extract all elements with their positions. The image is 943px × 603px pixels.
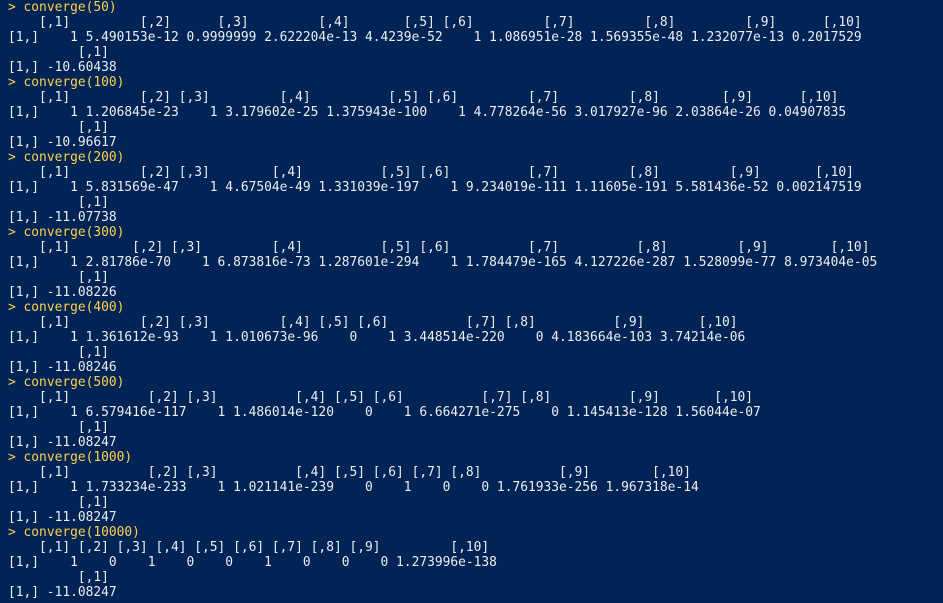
scalar-header: [,1]: [8, 45, 109, 60]
matrix-header: [,1] [,2] [,3] [,4] [,5] [,6] [,7] [,8] …: [8, 540, 490, 555]
command-line: > converge(1000): [8, 450, 132, 465]
command-text: converge(200): [23, 150, 125, 165]
matrix-header: [,1] [,2] [,3] [,4] [,5] [,6] [,7] [,8] …: [8, 240, 870, 255]
scalar-row: [1,] -11.08247: [8, 435, 117, 450]
matrix-header: [,1] [,2] [,3] [,4] [,5] [,6] [,7] [,8] …: [8, 465, 691, 480]
scalar-header: [,1]: [8, 195, 109, 210]
command-text: converge(100): [23, 75, 125, 90]
prompt: >: [8, 300, 16, 315]
command-line: > converge(500): [8, 375, 124, 390]
matrix-header: [,1] [,2] [,3] [,4] [,5] [,6] [,7] [,8] …: [8, 390, 754, 405]
prompt: >: [8, 75, 16, 90]
prompt: >: [8, 450, 16, 465]
command-text: converge(1000): [23, 450, 133, 465]
matrix-header: [,1] [,2] [,3] [,4] [,5] [,6] [,7] [,8] …: [8, 15, 862, 30]
matrix-row: [1,] 1 1.733234e-233 1 1.021141e-239 0 1…: [8, 480, 699, 495]
prompt: >: [8, 525, 16, 540]
command-text: converge(500): [23, 375, 125, 390]
matrix-row: [1,] 1 5.490153e-12 0.9999999 2.622204e-…: [8, 30, 862, 45]
r-console-output[interactable]: > converge(50) [,1] [,2] [,3] [,4] [,5] …: [0, 0, 943, 603]
scalar-header: [,1]: [8, 420, 109, 435]
command-line: > converge(100): [8, 75, 124, 90]
prompt: >: [8, 375, 16, 390]
command-text: converge(300): [23, 225, 125, 240]
prompt: >: [8, 150, 16, 165]
matrix-header: [,1] [,2] [,3] [,4] [,5] [,6] [,7] [,8] …: [8, 165, 854, 180]
matrix-row: [1,] 1 6.579416e-117 1 1.486014e-120 0 1…: [8, 405, 761, 420]
scalar-row: [1,] -10.60438: [8, 60, 117, 75]
scalar-header: [,1]: [8, 495, 109, 510]
prompt: >: [8, 225, 16, 240]
scalar-header: [,1]: [8, 120, 109, 135]
scalar-row: [1,] -10.96617: [8, 135, 117, 150]
command-line: > converge(50): [8, 0, 117, 15]
scalar-header: [,1]: [8, 345, 109, 360]
command-text: converge(10000): [23, 525, 140, 540]
command-line: > converge(200): [8, 150, 124, 165]
command-line: > converge(400): [8, 300, 124, 315]
scalar-row: [1,] -11.08226: [8, 285, 117, 300]
prompt: >: [8, 0, 16, 15]
scalar-row: [1,] -11.08247: [8, 510, 117, 525]
scalar-row: [1,] -11.08246: [8, 360, 117, 375]
matrix-row: [1,] 1 1.361612e-93 1 1.010673e-96 0 1 3…: [8, 330, 746, 345]
command-line: > converge(10000): [8, 525, 140, 540]
command-line: > converge(300): [8, 225, 124, 240]
matrix-row: [1,] 1 5.831569e-47 1 4.67504e-49 1.3310…: [8, 180, 862, 195]
command-text: converge(400): [23, 300, 125, 315]
matrix-header: [,1] [,2] [,3] [,4] [,5] [,6] [,7] [,8] …: [8, 315, 738, 330]
scalar-header: [,1]: [8, 270, 109, 285]
scalar-row: [1,] -11.08247: [8, 585, 117, 600]
command-text: converge(50): [23, 0, 117, 15]
matrix-header: [,1] [,2] [,3] [,4] [,5] [,6] [,7] [,8] …: [8, 90, 839, 105]
matrix-row: [1,] 1 1.206845e-23 1 3.179602e-25 1.375…: [8, 105, 847, 120]
matrix-row: [1,] 1 0 1 0 0 1 0 0 0 1.273996e-138: [8, 555, 497, 570]
matrix-row: [1,] 1 2.81786e-70 1 6.873816e-73 1.2876…: [8, 255, 878, 270]
scalar-header: [,1]: [8, 570, 109, 585]
scalar-row: [1,] -11.07738: [8, 210, 117, 225]
